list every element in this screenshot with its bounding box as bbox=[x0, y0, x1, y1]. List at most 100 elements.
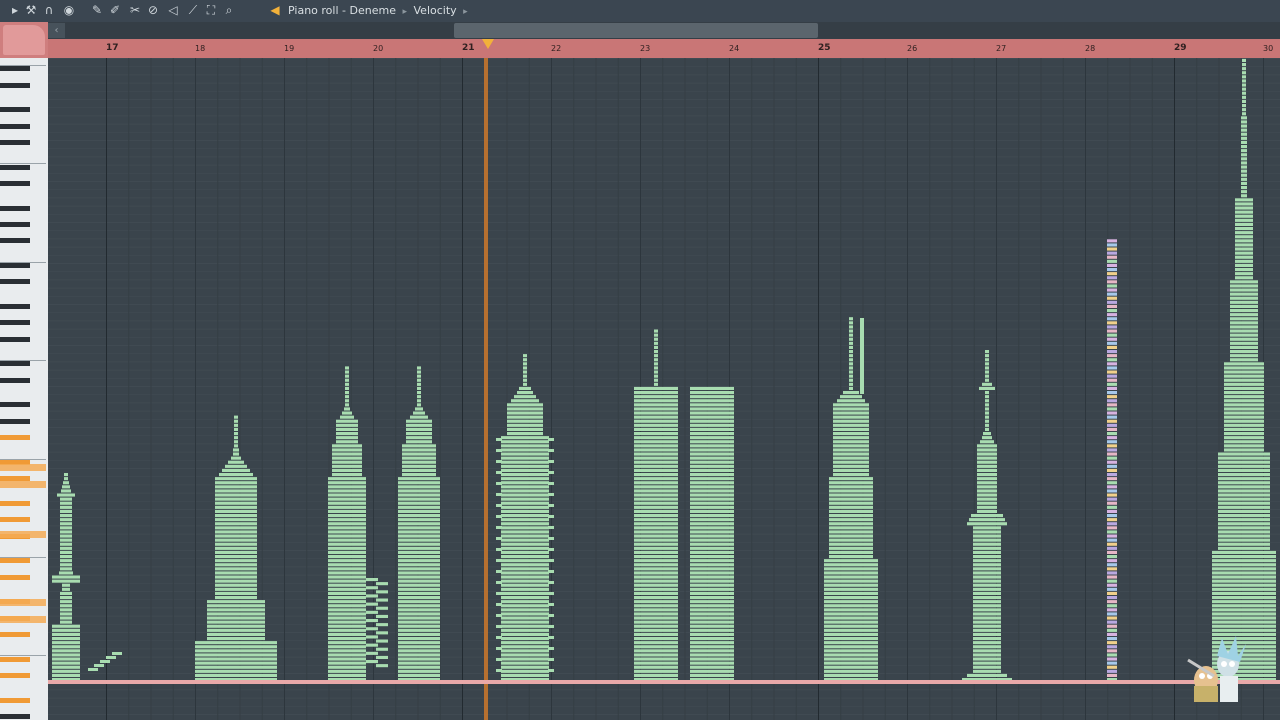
note[interactable] bbox=[398, 497, 440, 501]
note[interactable] bbox=[1212, 563, 1276, 567]
note[interactable] bbox=[215, 481, 257, 485]
note[interactable] bbox=[398, 669, 440, 673]
note[interactable] bbox=[690, 591, 734, 595]
note[interactable] bbox=[1107, 280, 1117, 284]
note[interactable] bbox=[501, 591, 549, 595]
note[interactable] bbox=[328, 620, 366, 624]
note[interactable] bbox=[690, 616, 734, 620]
note[interactable] bbox=[398, 604, 440, 608]
note[interactable] bbox=[60, 538, 72, 542]
note[interactable] bbox=[328, 514, 366, 518]
note[interactable] bbox=[501, 501, 549, 505]
note[interactable] bbox=[1107, 419, 1117, 423]
note[interactable] bbox=[1107, 345, 1117, 349]
note[interactable] bbox=[64, 473, 68, 477]
note[interactable] bbox=[376, 664, 388, 668]
corner-tab[interactable] bbox=[3, 25, 45, 55]
note[interactable] bbox=[973, 645, 1001, 649]
note[interactable] bbox=[195, 657, 277, 661]
note[interactable] bbox=[1242, 71, 1246, 75]
note[interactable] bbox=[1230, 354, 1258, 358]
note[interactable] bbox=[402, 464, 436, 468]
note[interactable] bbox=[690, 612, 734, 616]
note[interactable] bbox=[634, 645, 678, 649]
note[interactable] bbox=[973, 653, 1001, 657]
note[interactable] bbox=[52, 632, 80, 636]
note[interactable] bbox=[62, 587, 70, 591]
note[interactable] bbox=[829, 542, 873, 546]
note[interactable] bbox=[1242, 58, 1246, 62]
black-key[interactable] bbox=[0, 632, 30, 637]
note[interactable] bbox=[376, 614, 388, 618]
note[interactable] bbox=[1235, 247, 1253, 251]
note[interactable] bbox=[824, 587, 878, 591]
note[interactable] bbox=[195, 645, 277, 649]
note[interactable] bbox=[1212, 583, 1276, 587]
note[interactable] bbox=[548, 537, 554, 540]
note[interactable] bbox=[634, 477, 678, 481]
speaker-mute-icon[interactable]: ◁ bbox=[166, 3, 180, 18]
note[interactable] bbox=[973, 550, 1001, 554]
note[interactable] bbox=[60, 501, 72, 505]
note[interactable] bbox=[1218, 534, 1270, 538]
note[interactable] bbox=[1107, 637, 1117, 641]
note[interactable] bbox=[406, 436, 432, 440]
note[interactable] bbox=[195, 661, 277, 665]
note[interactable] bbox=[1212, 604, 1276, 608]
note[interactable] bbox=[833, 452, 869, 456]
note[interactable] bbox=[1241, 136, 1247, 140]
note[interactable] bbox=[1224, 427, 1264, 431]
note[interactable] bbox=[215, 485, 257, 489]
note[interactable] bbox=[634, 571, 678, 575]
note[interactable] bbox=[1235, 272, 1253, 276]
note[interactable] bbox=[328, 669, 366, 673]
note[interactable] bbox=[501, 645, 549, 649]
note[interactable] bbox=[634, 591, 678, 595]
note[interactable] bbox=[398, 509, 440, 513]
note[interactable] bbox=[973, 616, 1001, 620]
note[interactable] bbox=[1224, 395, 1264, 399]
note[interactable] bbox=[690, 501, 734, 505]
zoom-icon[interactable]: ⌕ bbox=[222, 3, 236, 18]
note[interactable] bbox=[973, 563, 1001, 567]
note[interactable] bbox=[52, 624, 80, 628]
note[interactable] bbox=[195, 665, 277, 669]
note[interactable] bbox=[1107, 612, 1117, 616]
note[interactable] bbox=[1224, 366, 1264, 370]
note[interactable] bbox=[548, 614, 554, 617]
note[interactable] bbox=[1107, 411, 1117, 415]
note[interactable] bbox=[501, 522, 549, 526]
note[interactable] bbox=[398, 620, 440, 624]
note[interactable] bbox=[496, 603, 502, 606]
note[interactable] bbox=[1218, 493, 1270, 497]
note[interactable] bbox=[1107, 456, 1117, 460]
note[interactable] bbox=[501, 612, 549, 616]
note[interactable] bbox=[985, 350, 989, 354]
note[interactable] bbox=[332, 452, 362, 456]
note[interactable] bbox=[654, 345, 658, 349]
note[interactable] bbox=[634, 567, 678, 571]
note[interactable] bbox=[332, 448, 362, 452]
highlighted-key[interactable] bbox=[0, 481, 46, 488]
note[interactable] bbox=[406, 419, 432, 423]
note[interactable] bbox=[1107, 415, 1117, 419]
note[interactable] bbox=[634, 530, 678, 534]
note[interactable] bbox=[690, 505, 734, 509]
note[interactable] bbox=[60, 567, 72, 571]
note[interactable] bbox=[634, 423, 678, 427]
note[interactable] bbox=[1218, 514, 1270, 518]
note[interactable] bbox=[654, 374, 658, 378]
note[interactable] bbox=[398, 534, 440, 538]
note[interactable] bbox=[366, 643, 378, 647]
black-key[interactable] bbox=[0, 123, 30, 129]
note[interactable] bbox=[1107, 337, 1117, 341]
note[interactable] bbox=[1224, 374, 1264, 378]
note[interactable] bbox=[60, 596, 72, 600]
note[interactable] bbox=[1107, 661, 1117, 665]
note[interactable] bbox=[1224, 370, 1264, 374]
note[interactable] bbox=[215, 591, 257, 595]
note[interactable] bbox=[501, 509, 549, 513]
note[interactable] bbox=[215, 563, 257, 567]
note[interactable] bbox=[52, 653, 80, 657]
note[interactable] bbox=[501, 546, 549, 550]
